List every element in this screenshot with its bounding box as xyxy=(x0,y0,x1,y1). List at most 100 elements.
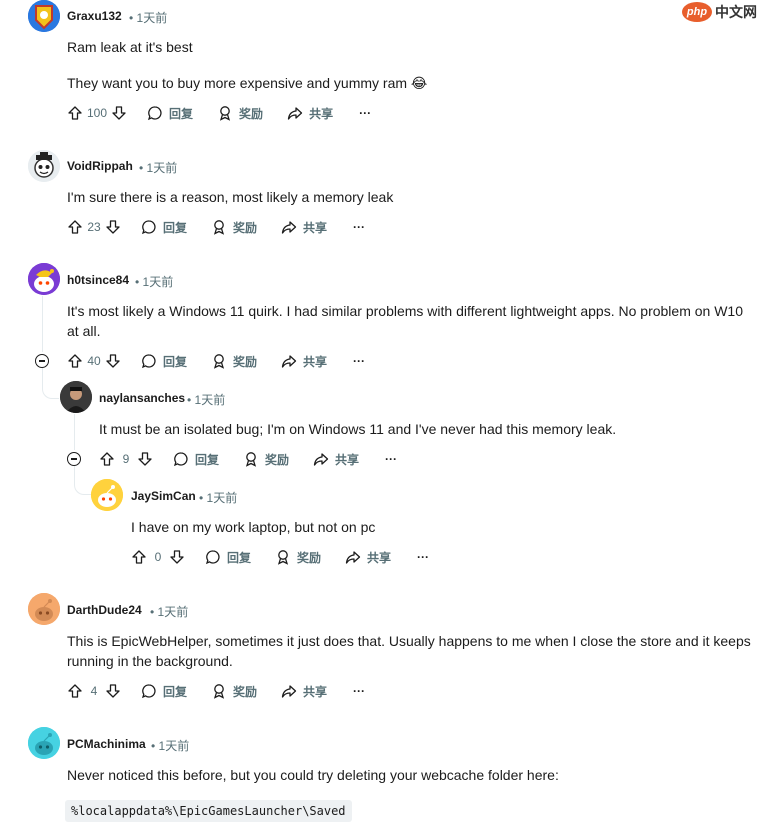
more-icon: ··· xyxy=(385,452,398,466)
reply-button[interactable]: 回复 xyxy=(141,219,187,236)
upvote-button[interactable] xyxy=(67,683,83,699)
more-options-button[interactable]: ··· xyxy=(353,354,365,368)
speech-bubble-icon xyxy=(173,452,188,467)
more-options-button[interactable]: ··· xyxy=(353,220,365,234)
separator: • xyxy=(129,11,134,25)
comment-timestamp: • 1天前 xyxy=(139,159,177,176)
collapse-thread-button[interactable] xyxy=(67,452,81,466)
award-button[interactable]: 奖励 xyxy=(211,683,257,700)
reply-button[interactable]: 回复 xyxy=(205,549,251,566)
more-icon: ··· xyxy=(359,106,372,120)
more-options-button[interactable]: ··· xyxy=(385,452,397,466)
comment-timestamp: • 1天前 xyxy=(135,273,173,290)
upvote-button[interactable] xyxy=(67,353,83,369)
comment-author[interactable]: h0tsince84 xyxy=(67,273,129,287)
arrow-up-icon xyxy=(68,220,82,234)
arrow-up-icon xyxy=(68,106,82,120)
share-button[interactable]: 共享 xyxy=(281,683,327,700)
php-logo: php xyxy=(682,2,712,22)
comment-author[interactable]: VoidRippah xyxy=(67,159,133,173)
comment-actions: 9 回复 奖励 共享 ··· xyxy=(99,449,397,469)
award-button[interactable]: 奖励 xyxy=(275,549,321,566)
more-options-button[interactable]: ··· xyxy=(359,106,371,120)
comment-timestamp: • 1天前 xyxy=(151,737,189,754)
upvote-button[interactable] xyxy=(131,549,147,565)
comment-author[interactable]: Graxu132 xyxy=(67,9,122,23)
collapse-thread-button[interactable] xyxy=(35,354,49,368)
downvote-button[interactable] xyxy=(111,105,127,121)
more-options-button[interactable]: ··· xyxy=(417,550,429,564)
share-arrow-icon xyxy=(345,551,361,564)
share-arrow-icon xyxy=(281,355,297,368)
arrow-down-icon xyxy=(138,452,152,466)
arrow-down-icon xyxy=(170,550,184,564)
comment-body: They want you to buy more expensive and … xyxy=(67,75,428,91)
award-button[interactable]: 奖励 xyxy=(217,105,263,122)
more-options-button[interactable]: ··· xyxy=(353,684,365,698)
timestamp-text: 1天前 xyxy=(206,491,238,505)
vote-count: 40 xyxy=(87,354,101,368)
comment-actions: 4 回复 奖励 共享 ··· xyxy=(67,681,365,701)
comment-body: I'm sure there is a reason, most likely … xyxy=(67,189,394,205)
comment-author[interactable]: JaySimCan xyxy=(131,489,196,503)
code-snippet: %localappdata%\EpicGamesLauncher\Saved xyxy=(65,800,352,822)
site-watermark: php 中文网 xyxy=(682,2,757,22)
avatar[interactable] xyxy=(28,593,60,625)
share-button[interactable]: 共享 xyxy=(313,451,359,468)
upvote-button[interactable] xyxy=(67,105,83,121)
award-button[interactable]: 奖励 xyxy=(243,451,289,468)
timestamp-text: 1天前 xyxy=(157,605,189,619)
timestamp-text: 1天前 xyxy=(146,161,178,175)
thread-connector xyxy=(74,466,91,495)
award-icon xyxy=(245,452,257,467)
award-button[interactable]: 奖励 xyxy=(211,219,257,236)
reply-button[interactable]: 回复 xyxy=(147,105,193,122)
downvote-button[interactable] xyxy=(105,219,121,235)
avatar[interactable] xyxy=(28,263,60,295)
reply-button[interactable]: 回复 xyxy=(173,451,219,468)
arrow-up-icon xyxy=(132,550,146,564)
speech-bubble-icon xyxy=(141,220,156,235)
avatar[interactable] xyxy=(28,0,60,32)
separator: • xyxy=(139,161,144,175)
share-arrow-icon xyxy=(313,453,329,466)
speech-bubble-icon xyxy=(141,684,156,699)
comment-body: Never noticed this before, but you could… xyxy=(67,767,559,783)
avatar[interactable] xyxy=(60,381,92,413)
more-icon: ··· xyxy=(353,354,366,368)
arrow-up-icon xyxy=(68,354,82,368)
timestamp-text: 1天前 xyxy=(142,275,174,289)
upvote-button[interactable] xyxy=(67,219,83,235)
comment-actions: 100 回复 奖励 共享 ··· xyxy=(67,103,371,123)
comment-timestamp: • 1天前 xyxy=(187,391,225,408)
avatar[interactable] xyxy=(28,727,60,759)
separator: • xyxy=(151,739,156,753)
share-button[interactable]: 共享 xyxy=(281,219,327,236)
share-button[interactable]: 共享 xyxy=(287,105,333,122)
comment-timestamp: • 1天前 xyxy=(199,489,237,506)
award-button[interactable]: 奖励 xyxy=(211,353,257,370)
share-button[interactable]: 共享 xyxy=(345,549,391,566)
comment-actions: 40 回复 奖励 共享 ··· xyxy=(67,351,365,371)
downvote-button[interactable] xyxy=(169,549,185,565)
arrow-down-icon xyxy=(106,220,120,234)
more-icon: ··· xyxy=(417,550,430,564)
comment-author[interactable]: DarthDude24 xyxy=(67,603,142,617)
share-button[interactable]: 共享 xyxy=(281,353,327,370)
comment-body: Ram leak at it's best xyxy=(67,39,193,55)
comment-author[interactable]: naylansanches xyxy=(99,391,185,405)
separator: • xyxy=(187,393,192,407)
avatar[interactable] xyxy=(91,479,123,511)
vote-count: 0 xyxy=(154,550,162,564)
reply-button[interactable]: 回复 xyxy=(141,353,187,370)
arrow-down-icon xyxy=(112,106,126,120)
reply-button[interactable]: 回复 xyxy=(141,683,187,700)
downvote-button[interactable] xyxy=(105,683,121,699)
upvote-button[interactable] xyxy=(99,451,115,467)
downvote-button[interactable] xyxy=(137,451,153,467)
downvote-button[interactable] xyxy=(105,353,121,369)
comment-author[interactable]: PCMachinima xyxy=(67,737,146,751)
award-icon xyxy=(213,354,225,369)
award-icon xyxy=(219,106,231,121)
avatar[interactable] xyxy=(28,150,60,182)
